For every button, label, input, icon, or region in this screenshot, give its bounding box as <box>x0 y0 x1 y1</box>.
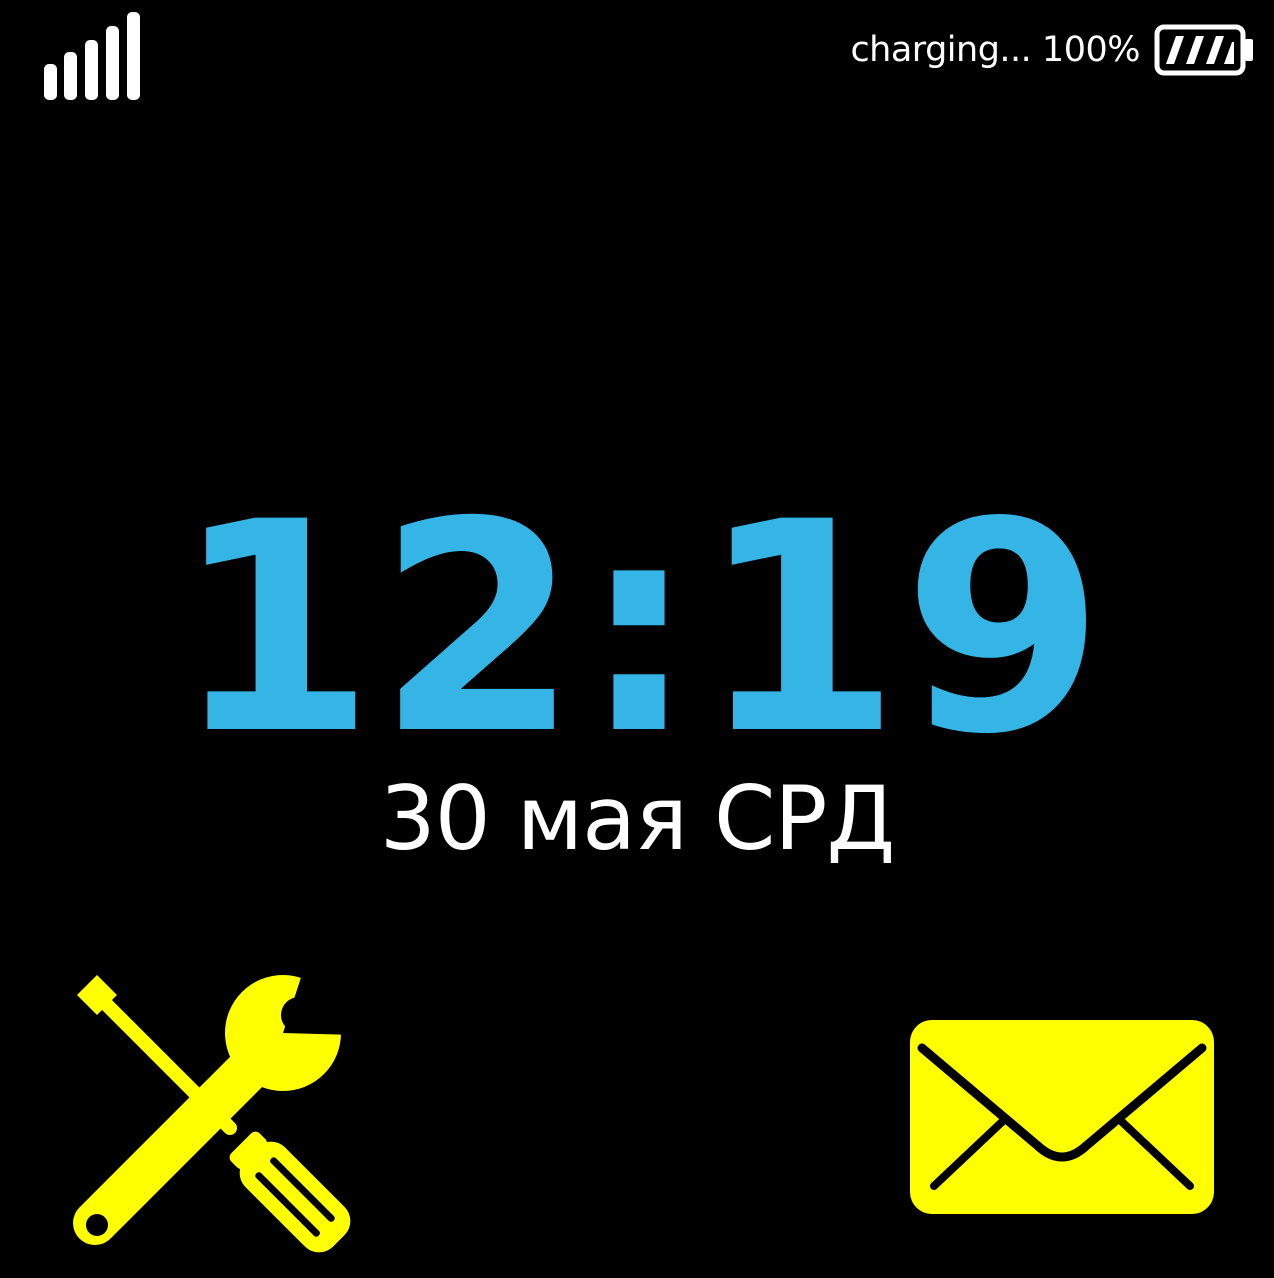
tools-softkey[interactable] <box>55 965 365 1265</box>
battery-status: charging... 100% <box>850 22 1256 78</box>
battery-charging-icon <box>1154 24 1256 76</box>
messages-softkey[interactable] <box>908 1018 1216 1218</box>
charging-label: charging... 100% <box>850 30 1140 70</box>
tools-icon <box>55 965 365 1265</box>
signal-strength-icon <box>44 12 148 100</box>
clock-time: 12:19 <box>173 461 1107 798</box>
status-bar: charging... 100% <box>0 0 1274 110</box>
clock-widget: 12:19 30 мая СРД <box>0 470 1274 874</box>
envelope-icon <box>908 1018 1216 1218</box>
